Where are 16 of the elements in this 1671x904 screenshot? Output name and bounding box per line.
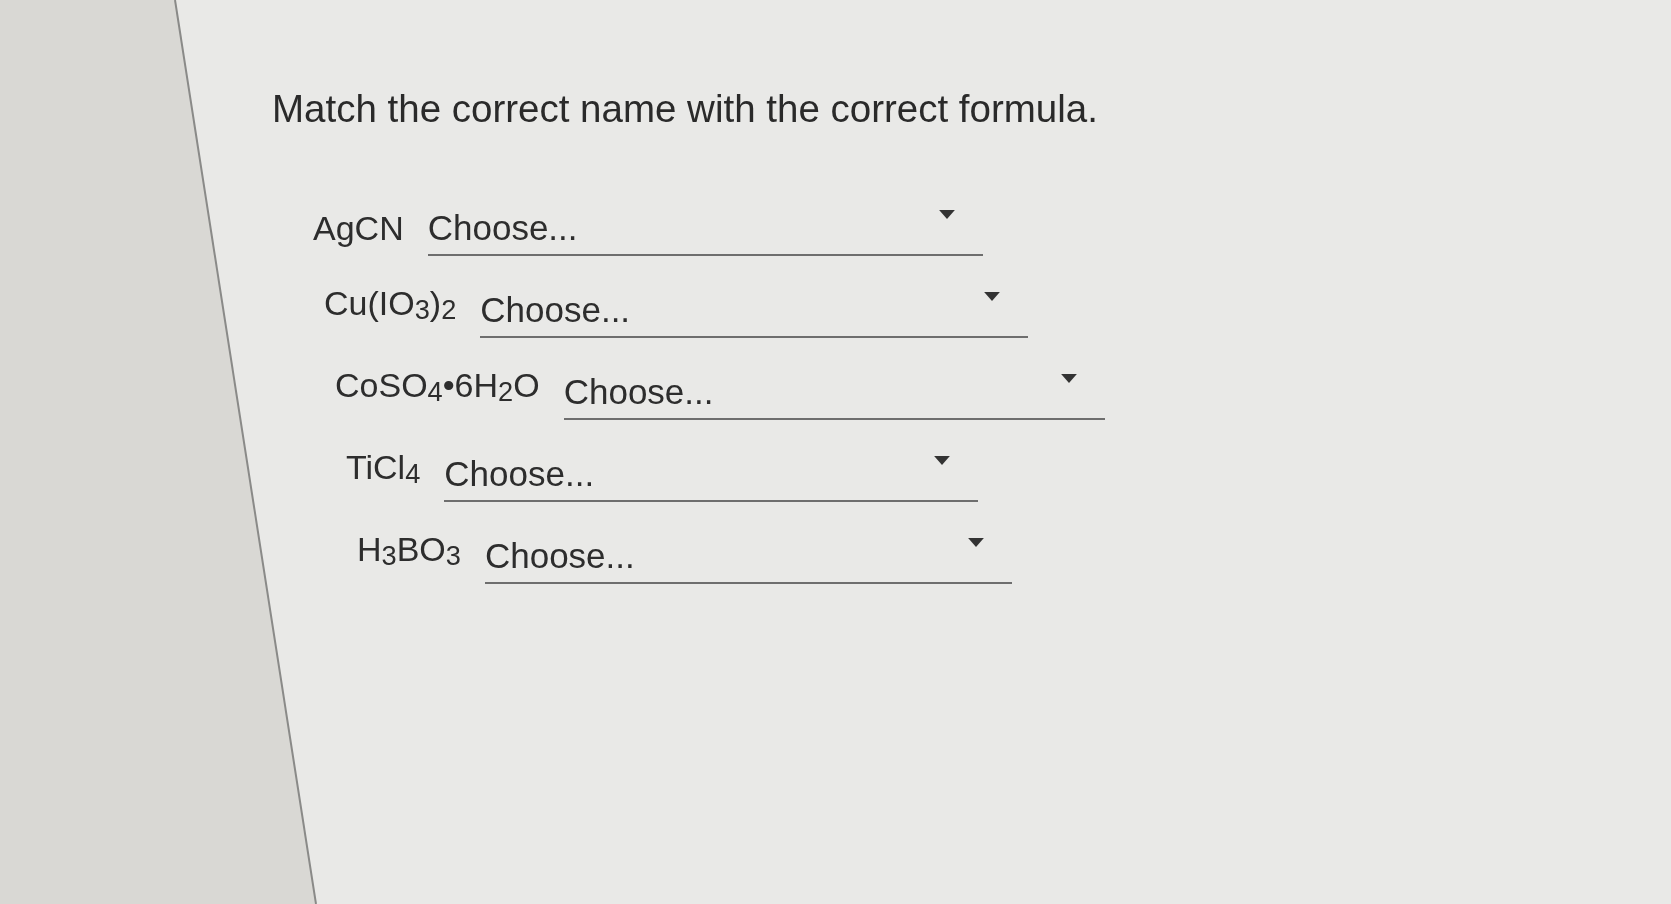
dropdown[interactable]: Choose... [480, 286, 1029, 339]
caret-icon [967, 538, 984, 548]
dropdown[interactable]: Choose... [563, 368, 1105, 421]
caret-icon [938, 210, 955, 219]
caret-icon [1060, 374, 1077, 384]
formula-label: TiCl$_{4}$ [346, 447, 421, 492]
caret-icon [984, 292, 1001, 302]
formula-label: AgCN [313, 208, 404, 249]
formula-label: H$_{3}$BO$_{3}$ [357, 529, 461, 574]
formula-label: Cu(IO$_{3}$)$_{2}$ [324, 283, 457, 328]
question-text: Match the correct name with the correct formula. [272, 86, 1099, 132]
dropdown[interactable]: Choose... [484, 532, 1012, 585]
dropdown[interactable]: Choose... [444, 450, 979, 503]
caret-icon [934, 456, 951, 466]
dropdown[interactable]: Choose... [427, 204, 983, 256]
formula-label: CoSO$_{4}$•6H$_{2}$O [335, 365, 540, 410]
